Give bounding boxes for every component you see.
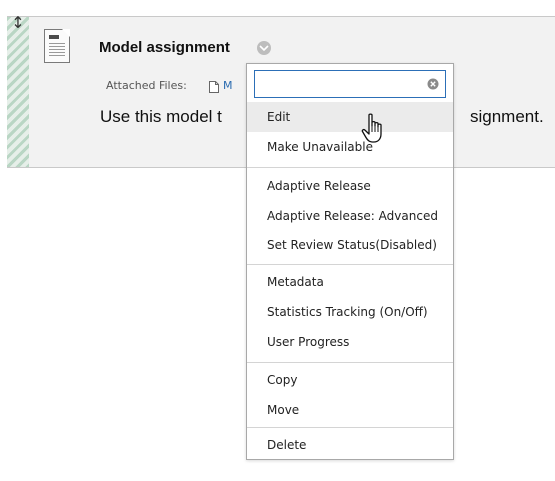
attached-files-label: Attached Files: <box>106 79 187 92</box>
menu-item-delete[interactable]: Delete <box>247 430 453 460</box>
menu-item-copy[interactable]: Copy <box>247 365 453 395</box>
file-icon <box>209 81 219 93</box>
item-description-end: signment. <box>470 107 544 126</box>
clear-icon[interactable] <box>427 78 439 90</box>
chevron-down-icon[interactable] <box>257 41 271 55</box>
drag-handle-icon[interactable]: ↕ <box>8 13 28 32</box>
menu-item-set-review-status[interactable]: Set Review Status(Disabled) <box>247 230 453 260</box>
item-title[interactable]: Model assignment <box>99 39 230 56</box>
attached-file-link[interactable]: M <box>223 79 233 92</box>
menu-divider <box>247 362 453 363</box>
hand-pointer-icon <box>361 113 382 143</box>
menu-search-field[interactable] <box>254 70 446 98</box>
menu-item-move[interactable]: Move <box>247 395 453 425</box>
menu-divider <box>247 167 453 168</box>
menu-item-user-progress[interactable]: User Progress <box>247 327 453 357</box>
drag-handle[interactable]: ↕ <box>7 13 29 167</box>
menu-item-adaptive-release[interactable]: Adaptive Release <box>247 171 453 201</box>
menu-item-adaptive-release-advanced[interactable]: Adaptive Release: Advanced <box>247 201 453 231</box>
menu-divider <box>247 427 453 428</box>
options-menu: Edit Make Unavailable Adaptive Release A… <box>246 63 454 460</box>
document-icon <box>44 29 70 63</box>
menu-item-statistics-tracking[interactable]: Statistics Tracking (On/Off) <box>247 297 453 327</box>
item-description: Use this model t <box>100 107 222 126</box>
menu-search-input[interactable] <box>255 71 433 96</box>
menu-item-metadata[interactable]: Metadata <box>247 267 453 297</box>
menu-item-make-unavailable[interactable]: Make Unavailable <box>247 132 453 162</box>
menu-item-edit[interactable]: Edit <box>247 102 453 132</box>
menu-divider <box>247 264 453 265</box>
